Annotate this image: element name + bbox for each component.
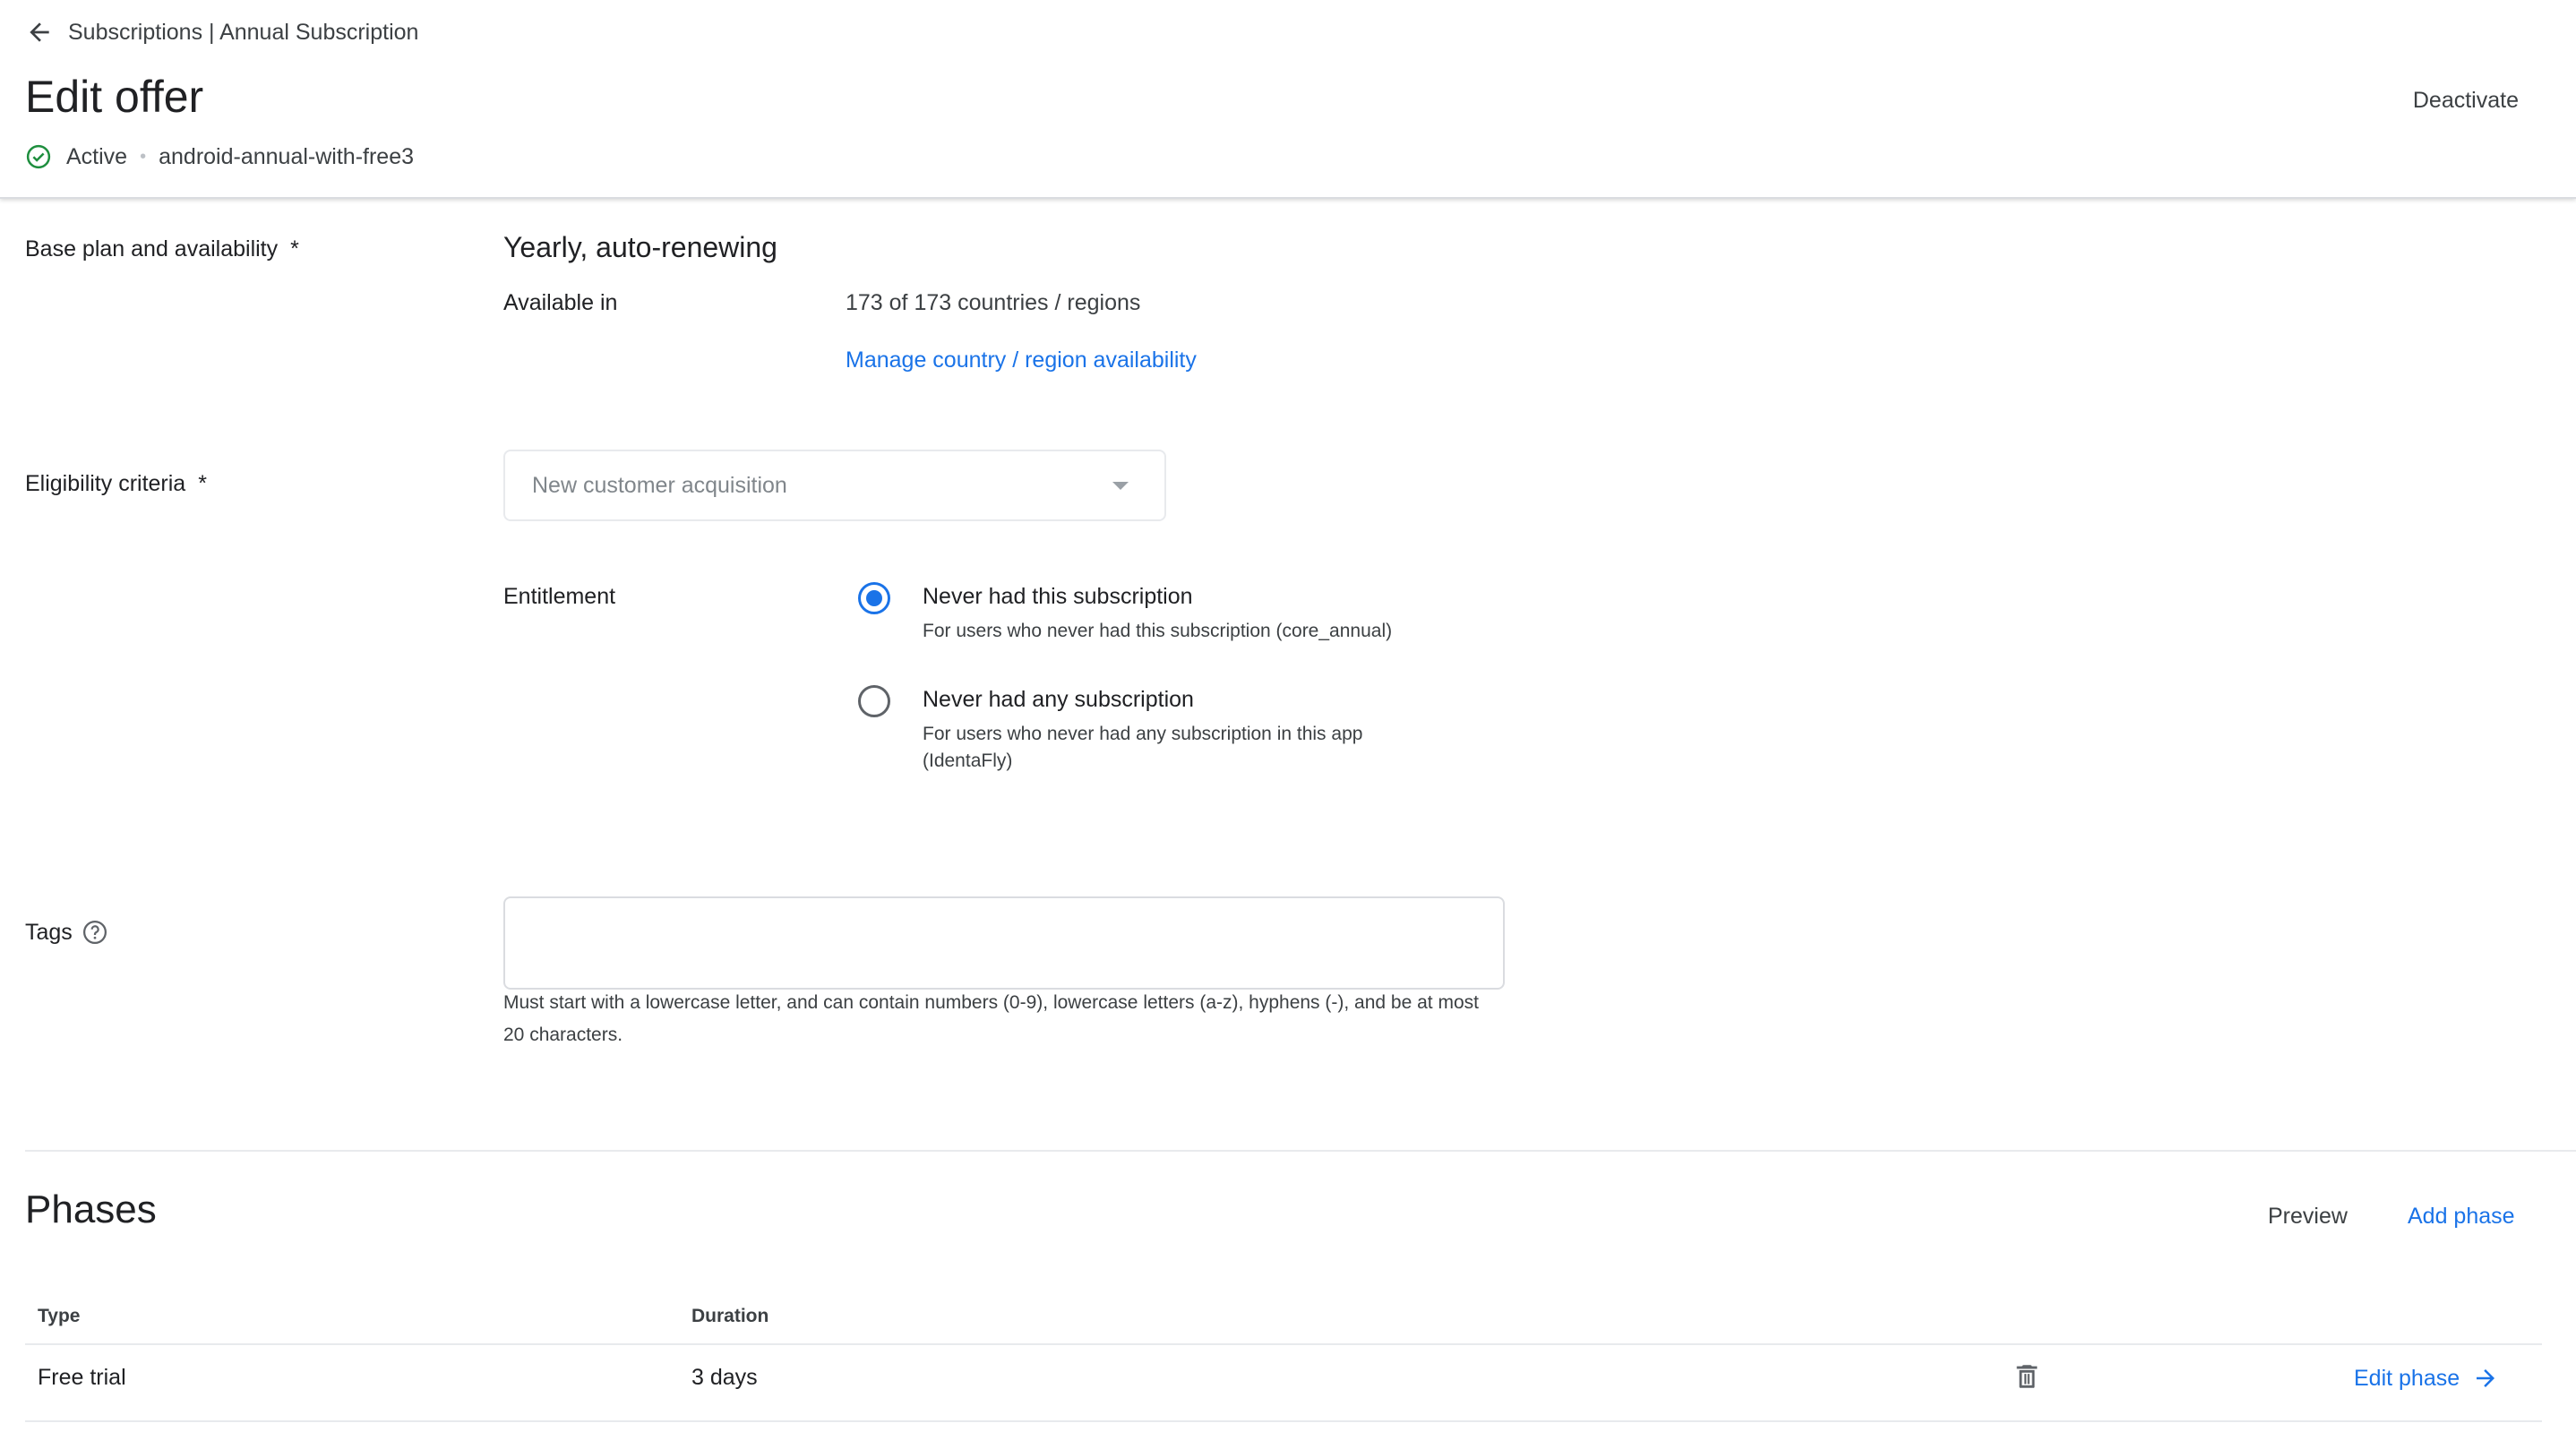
- base-plan-label: Base plan and availability *: [25, 236, 299, 262]
- phase-duration: 3 days: [691, 1365, 758, 1390]
- tags-label: Tags: [25, 919, 108, 946]
- eligibility-label-text: Eligibility criteria: [25, 471, 186, 496]
- status-row: Active • android-annual-with-free3: [25, 141, 414, 172]
- edit-offer-page: Subscriptions | Annual Subscription Edit…: [0, 0, 2576, 1449]
- eligibility-select-value: New customer acquisition: [532, 472, 787, 498]
- radio-title: Never had any subscription: [923, 687, 1194, 712]
- radio-button-unchecked[interactable]: [858, 685, 890, 717]
- breadcrumb-text[interactable]: Subscriptions | Annual Subscription: [68, 20, 418, 46]
- edit-phase-link[interactable]: Edit phase: [2354, 1365, 2499, 1392]
- column-header-duration: Duration: [691, 1306, 769, 1326]
- radio-description: For users who never had this subscriptio…: [923, 621, 1393, 641]
- entitlement-label: Entitlement: [503, 584, 616, 609]
- tags-label-text: Tags: [25, 919, 73, 945]
- dropdown-caret-icon: [1112, 481, 1129, 490]
- required-mark: *: [198, 471, 207, 496]
- tags-hint: Must start with a lowercase letter, and …: [503, 992, 1479, 1045]
- radio-button-checked[interactable]: [858, 582, 890, 614]
- deactivate-button[interactable]: Deactivate: [2402, 81, 2529, 121]
- page-header: Subscriptions | Annual Subscription Edit…: [0, 0, 2576, 199]
- eligibility-label: Eligibility criteria *: [25, 471, 207, 497]
- help-circle-icon[interactable]: [82, 919, 108, 946]
- available-in-value: 173 of 173 countries / regions: [846, 290, 1141, 315]
- separator-dot: •: [140, 146, 147, 167]
- table-row-divider: [25, 1420, 2542, 1422]
- page-title: Edit offer: [25, 72, 204, 122]
- phase-type: Free trial: [38, 1365, 126, 1390]
- column-header-type: Type: [38, 1306, 81, 1326]
- tags-input[interactable]: [503, 896, 1505, 990]
- table-header-divider: [25, 1343, 2542, 1345]
- edit-phase-label: Edit phase: [2354, 1365, 2460, 1391]
- status-badge: Active: [66, 143, 128, 169]
- radio-title: Never had this subscription: [923, 584, 1193, 609]
- required-mark: *: [290, 236, 299, 262]
- offer-id: android-annual-with-free3: [159, 143, 414, 169]
- trash-icon[interactable]: [2012, 1361, 2042, 1392]
- section-divider: [25, 1150, 2576, 1152]
- eligibility-select[interactable]: New customer acquisition: [503, 450, 1166, 521]
- phases-title: Phases: [25, 1187, 157, 1231]
- base-plan-label-text: Base plan and availability: [25, 236, 279, 262]
- base-plan-name: Yearly, auto-renewing: [503, 231, 777, 263]
- arrow-right-icon: [2472, 1365, 2499, 1392]
- preview-button[interactable]: Preview: [2268, 1204, 2348, 1230]
- breadcrumb: Subscriptions | Annual Subscription: [25, 16, 418, 48]
- available-in-label: Available in: [503, 290, 618, 315]
- arrow-left-icon[interactable]: [25, 18, 54, 47]
- manage-availability-link[interactable]: Manage country / region availability: [846, 347, 1197, 373]
- check-circle-icon: [25, 143, 52, 170]
- add-phase-button[interactable]: Add phase: [2408, 1204, 2515, 1230]
- radio-description: For users who never had any subscription…: [923, 724, 1363, 771]
